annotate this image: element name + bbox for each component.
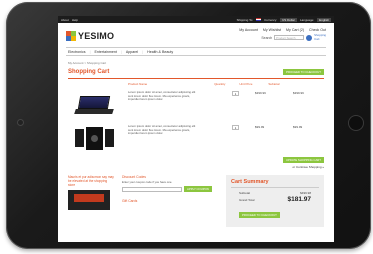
quantity-input[interactable]: 1 — [232, 125, 239, 130]
checkout-link[interactable]: Check Out — [309, 28, 326, 32]
discount-label: Discount Codes — [122, 175, 146, 179]
main-nav: Electronics | Entertainment | Apparel | … — [66, 47, 326, 56]
grand-total-value: $181.97 — [287, 196, 312, 203]
nav-item-entertainment[interactable]: Entertainment — [95, 50, 117, 54]
cart-summary: Cart Summary Subtotal $499.98 Grand Tota… — [226, 175, 324, 227]
search-button[interactable] — [306, 34, 313, 41]
update-cart-button[interactable]: UPDATE SHOPPING CART — [282, 157, 324, 163]
proceed-to-checkout-button[interactable]: PROCEED TO CHECKOUT — [283, 69, 324, 75]
promo-box: Mauris et pur adiscmon say may be elevat… — [68, 175, 114, 227]
logo-icon — [66, 31, 76, 41]
promo-image[interactable] — [68, 190, 110, 210]
mini-cart[interactable]: Shopping Cart — [314, 33, 326, 41]
my-wishlist-link[interactable]: My Wishlist — [263, 28, 281, 32]
nav-item-apparel[interactable]: Apparel — [126, 50, 138, 54]
screen: About Help Shipping To: Currency: US Dol… — [58, 16, 334, 242]
discount-section: Discount Codes Enter your coupon code if… — [122, 175, 218, 227]
tablet-frame: About Help Shipping To: Currency: US Dol… — [6, 2, 371, 249]
col-quantity: Quantity — [214, 82, 226, 86]
summary-title: Cart Summary — [231, 179, 269, 185]
mini-cart-line-2: Cart — [314, 36, 320, 41]
product-description: Lorem ipsum dolor sit amet, consectetur … — [128, 90, 196, 102]
cart-row: Lorem ipsum dolor sit amet, consectetur … — [68, 90, 324, 121]
summary-subtotal-label: Subtotal — [239, 191, 251, 195]
unit-price: $399.99 — [255, 91, 266, 95]
col-unit-price: Unit Price — [239, 82, 253, 86]
about-link[interactable]: About — [61, 18, 69, 22]
currency-label: Currency: — [264, 17, 278, 22]
apply-coupon-button[interactable]: APPLY COUPON — [184, 186, 212, 192]
my-cart-link[interactable]: My Cart (2) — [286, 28, 304, 32]
coupon-input[interactable] — [122, 186, 182, 192]
cart-table-header: Product Name Quantity Unit Price Subtota… — [68, 82, 324, 87]
logo[interactable]: YESIMO — [66, 31, 114, 41]
page-title: Shopping Cart — [68, 69, 110, 75]
unit-price: $99.99 — [255, 125, 265, 129]
language-label: Language: — [299, 17, 315, 22]
row-subtotal: $99.99 — [293, 125, 303, 129]
laptop-product-image[interactable] — [73, 91, 115, 119]
help-link[interactable]: Help — [72, 18, 78, 22]
breadcrumb[interactable]: My Account > Shopping Cart — [68, 61, 334, 65]
top-bar: About Help Shipping To: Currency: US Dol… — [58, 16, 334, 23]
col-subtotal: Subtotal — [268, 82, 280, 86]
speaker-product-image[interactable] — [73, 125, 115, 153]
shipping-label: Shipping To: — [236, 17, 254, 22]
title-divider — [68, 78, 324, 79]
nav-item-health-beauty[interactable]: Health & Beauty — [147, 50, 173, 54]
language-select[interactable]: English — [317, 17, 331, 22]
promo-text: Mauris et pur adiscmon say may be elevat… — [68, 175, 114, 187]
site-header: YESIMO My Account My Wishlist My Cart (2… — [58, 23, 334, 47]
quantity-input[interactable]: 1 — [232, 91, 239, 96]
search-label: Search — [261, 35, 273, 40]
search-input[interactable]: Product Search — [274, 35, 305, 40]
nav-item-electronics[interactable]: Electronics — [68, 50, 86, 54]
camera-icon — [18, 120, 23, 125]
my-account-link[interactable]: My Account — [239, 28, 258, 32]
cart-row: Lorem ipsum dolor sit amet, consectetur … — [68, 124, 324, 155]
grand-total-label: Grand Total — [239, 197, 255, 202]
product-description: Lorem ipsum dolor sit amet, consectetur … — [128, 124, 196, 136]
summary-checkout-button[interactable]: PROCEED TO CHECKOUT — [239, 212, 280, 218]
continue-shopping-link[interactable]: or Continue Shopping » — [292, 165, 324, 169]
logo-text: YESIMO — [78, 31, 115, 41]
search-row: Search Product Search Shopping Cart — [261, 33, 326, 41]
discount-help: Enter your coupon code if you have one. — [122, 180, 173, 184]
currency-select[interactable]: US Dollar — [280, 17, 297, 22]
flag-icon[interactable] — [256, 18, 262, 21]
summary-subtotal-value: $499.98 — [300, 191, 311, 195]
gift-cards-label: Gift Cards — [122, 199, 138, 203]
account-links: My Account My Wishlist My Cart (2) Check… — [239, 28, 326, 32]
home-button[interactable] — [349, 116, 363, 130]
row-subtotal: $399.99 — [293, 91, 304, 95]
col-product-name: Product Name — [128, 82, 148, 86]
